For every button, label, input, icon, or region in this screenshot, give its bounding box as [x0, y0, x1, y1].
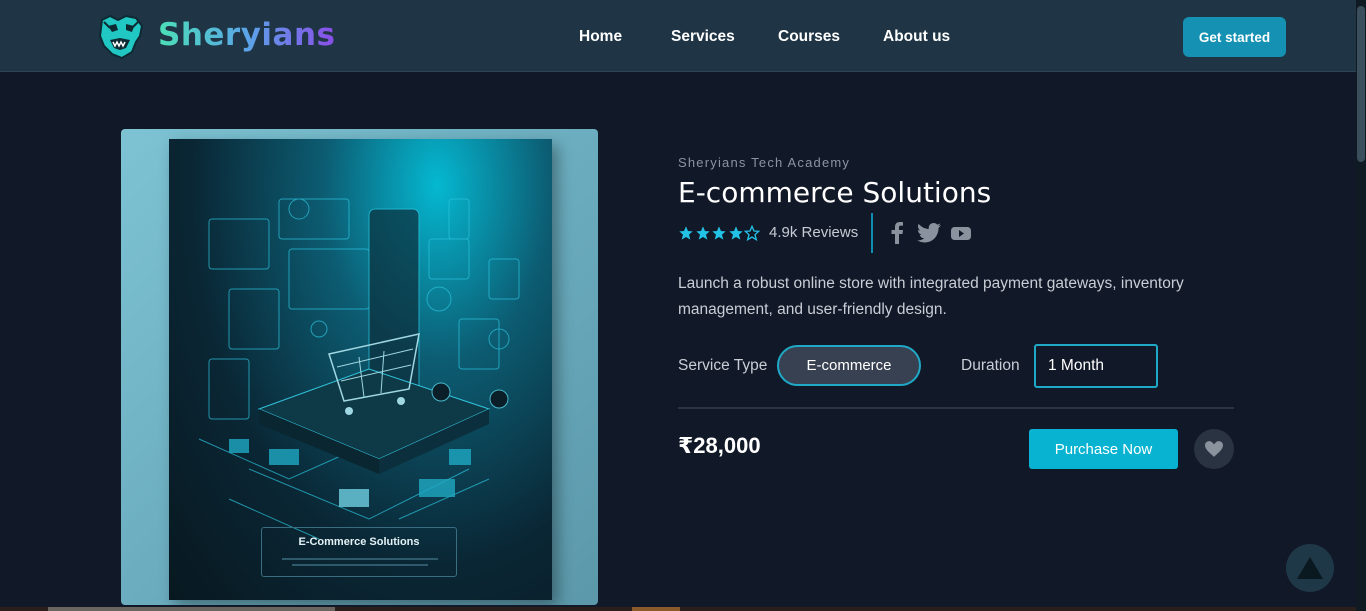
book-caption-line — [292, 564, 428, 566]
taskbar-segment — [632, 607, 680, 611]
duration-select[interactable]: 1 Month — [1034, 344, 1158, 388]
duration-label: Duration — [961, 357, 1020, 374]
taskbar-strip — [0, 607, 1356, 611]
product-price: ₹28,000 — [678, 433, 761, 458]
academy-name: Sheryians Tech Academy — [678, 155, 851, 170]
page-scrollbar[interactable] — [1356, 0, 1366, 611]
book-caption-box: E-Commerce Solutions — [261, 527, 457, 577]
book-caption: E-Commerce Solutions — [298, 536, 420, 548]
get-started-button[interactable]: Get started — [1183, 17, 1286, 57]
wishlist-button[interactable] — [1194, 429, 1234, 469]
scrollbar-thumb[interactable] — [1357, 6, 1365, 162]
star-empty-icon — [744, 225, 760, 241]
youtube-icon[interactable] — [951, 222, 971, 244]
nav-link-services[interactable]: Services — [671, 27, 735, 47]
product-title: E-commerce Solutions — [678, 176, 992, 209]
nav-link-home[interactable]: Home — [579, 27, 622, 47]
reviews-count: 4.9k Reviews — [769, 224, 859, 241]
service-type-option-ecommerce[interactable]: E-commerce — [777, 345, 921, 386]
star-full-icon — [712, 226, 726, 240]
nav-link-about-us[interactable]: About us — [883, 27, 950, 47]
book-caption-line — [282, 558, 438, 560]
star-full-icon — [728, 226, 743, 240]
scroll-to-top-button[interactable] — [1286, 544, 1334, 592]
product-description: Launch a robust online store with integr… — [678, 275, 1184, 318]
service-type-label: Service Type — [678, 357, 768, 374]
triangle-up-icon — [1297, 557, 1323, 579]
star-full-icon — [679, 226, 693, 240]
twitter-icon[interactable] — [917, 222, 941, 244]
brand-name[interactable]: Sheryians — [158, 15, 335, 55]
horizontal-divider — [678, 407, 1234, 409]
nav-link-courses[interactable]: Courses — [778, 27, 840, 47]
product-image: E-Commerce Solutions — [121, 129, 598, 605]
purchase-now-button[interactable]: Purchase Now — [1029, 429, 1178, 469]
star-full-icon — [695, 226, 710, 240]
navbar: Sheryians Home Services Courses About us… — [0, 0, 1356, 72]
facebook-icon[interactable] — [890, 222, 904, 244]
star-rating — [678, 225, 761, 241]
vertical-divider — [871, 213, 873, 253]
heart-icon — [1205, 441, 1223, 457]
taskbar-segment — [48, 607, 335, 611]
tiger-logo-icon[interactable] — [96, 12, 146, 60]
book-cover-illustration: E-Commerce Solutions — [169, 139, 552, 600]
